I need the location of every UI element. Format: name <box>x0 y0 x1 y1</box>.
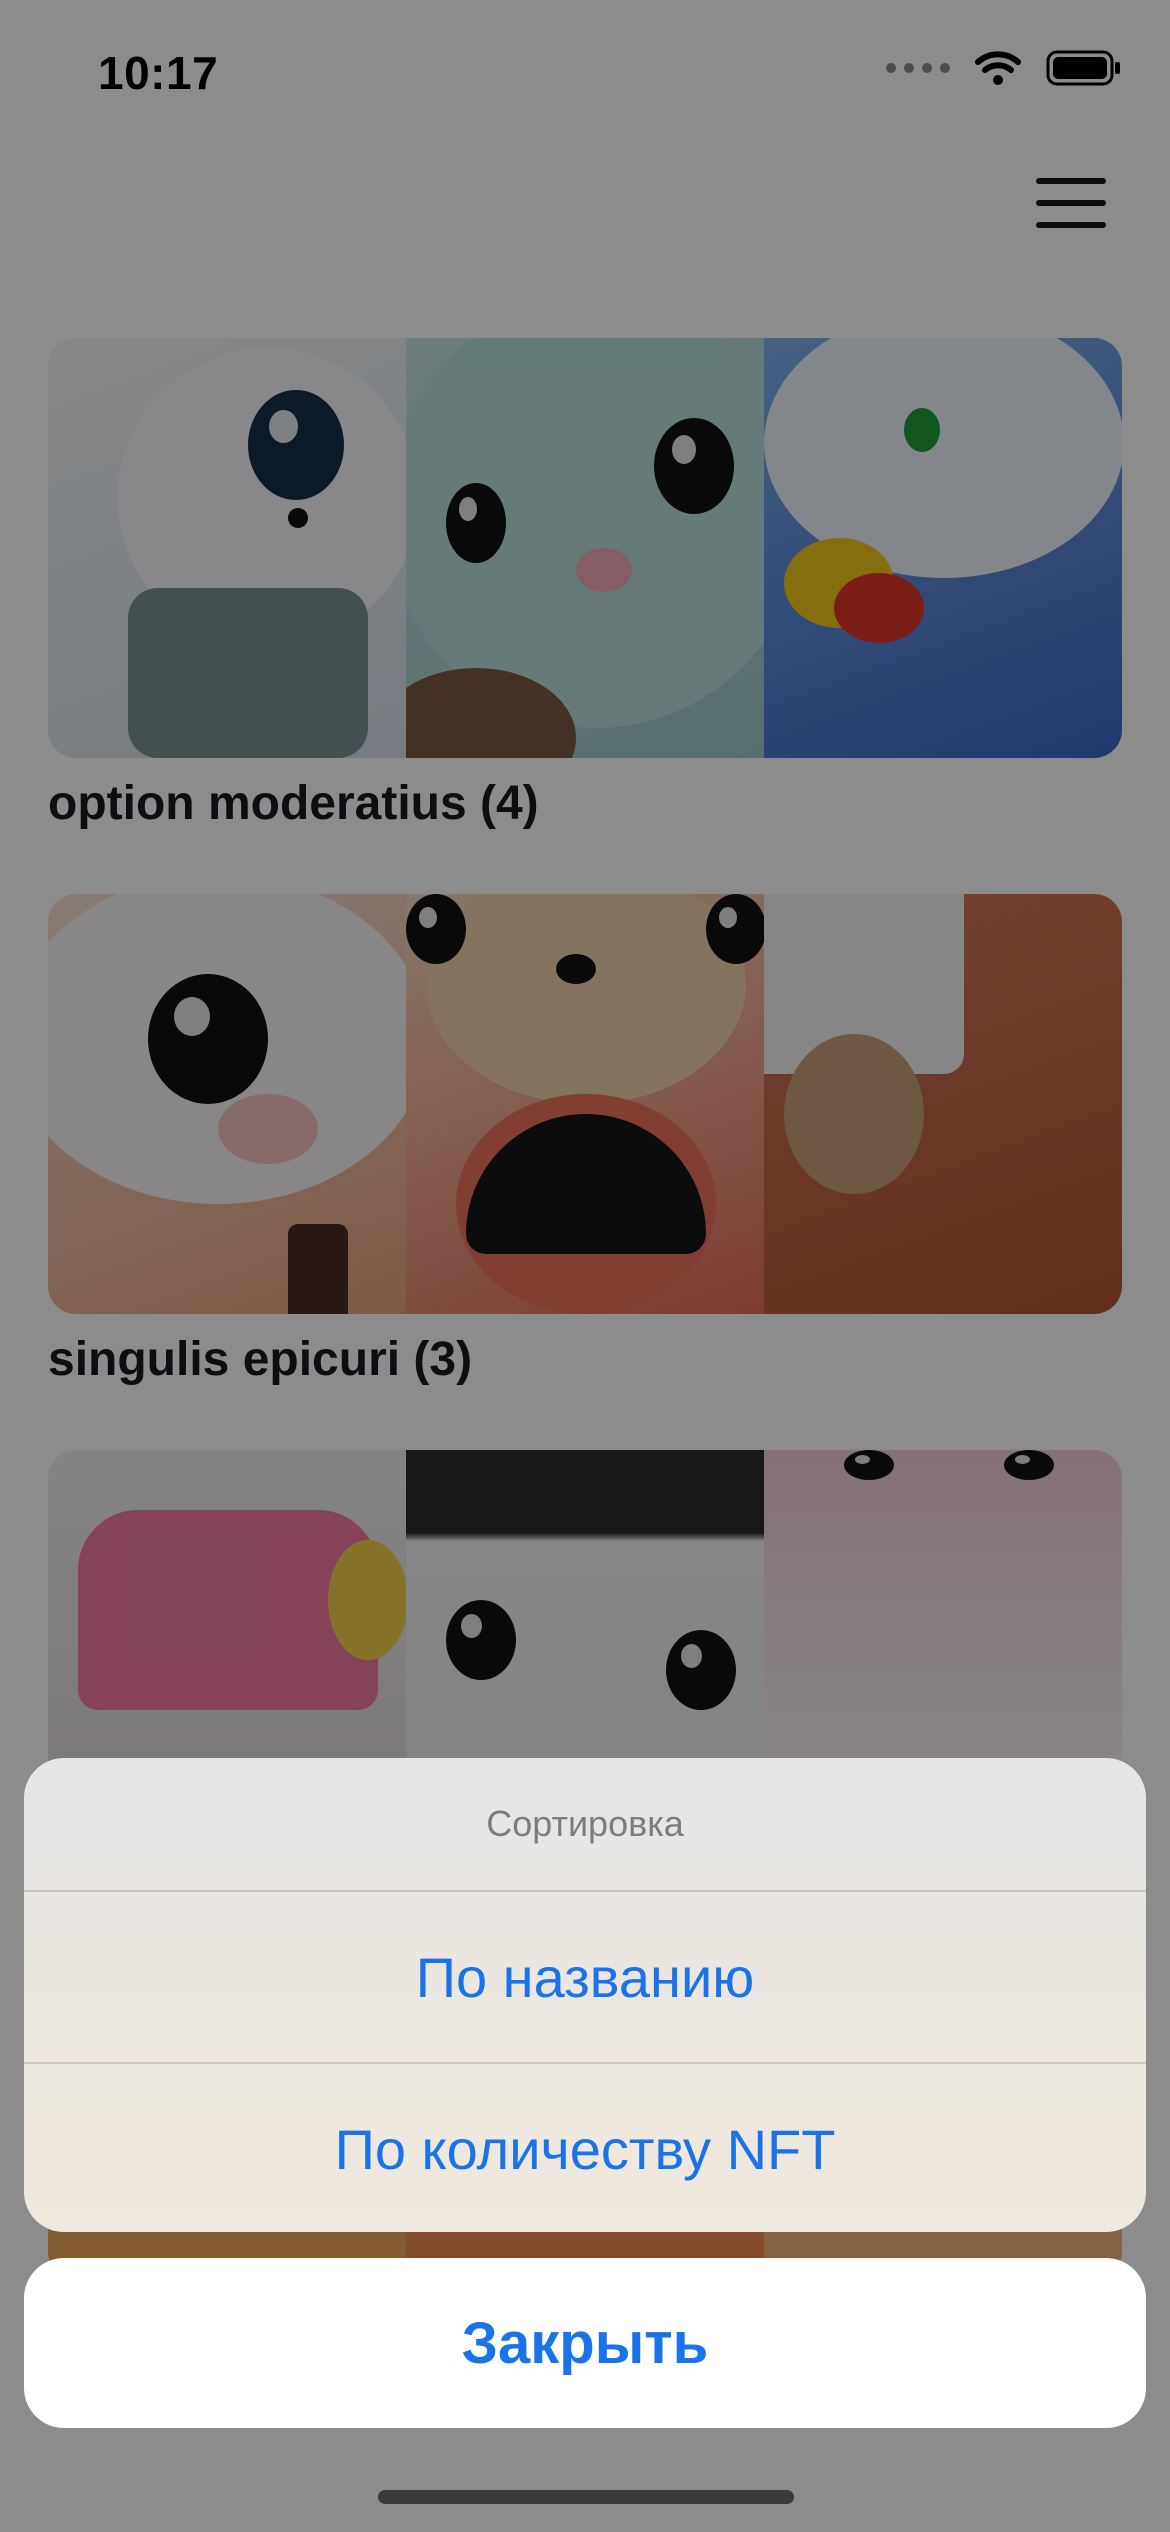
sort-by-nft-count-button[interactable]: По количеству NFT <box>24 2062 1146 2232</box>
sheet-title: Сортировка <box>24 1758 1146 1892</box>
close-button[interactable]: Закрыть <box>24 2258 1146 2428</box>
home-indicator[interactable] <box>378 2490 794 2504</box>
sort-by-name-button[interactable]: По названию <box>24 1892 1146 2062</box>
sort-action-sheet: Сортировка По названию По количеству NFT <box>24 1758 1146 2232</box>
